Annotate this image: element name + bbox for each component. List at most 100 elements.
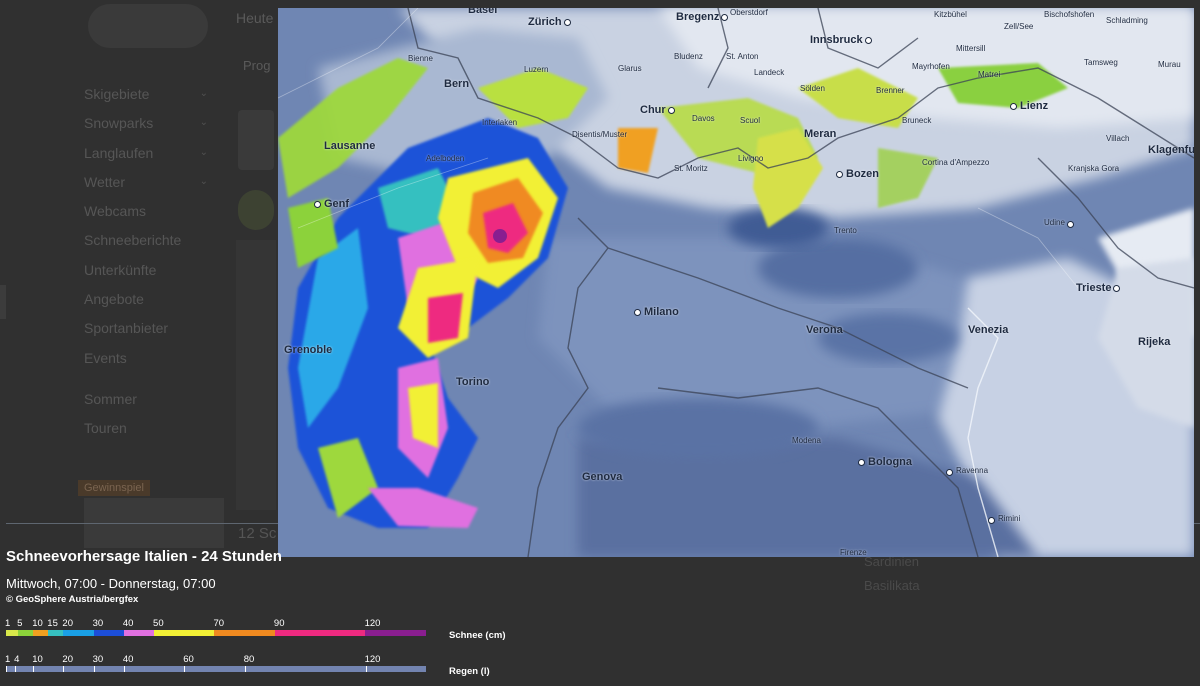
map-label-luzern: Luzern [524, 65, 549, 74]
map-label-innsbruck: Innsbruck [810, 34, 872, 46]
top-nav-item: Heute [236, 10, 274, 26]
map-label-tamsweg: Tamsweg [1084, 58, 1118, 67]
snow-legend-swatch [48, 630, 64, 636]
sidebar-menu-item[interactable]: Sportanbieter [84, 318, 214, 347]
sidebar-menu-item[interactable]: Touren [84, 418, 214, 447]
snow-legend-swatch [93, 630, 124, 636]
map-label-bologna: Bologna [858, 456, 912, 468]
rain-legend-separator [123, 666, 125, 672]
map-title: Schneevorhersage Italien - 24 Stunden [6, 548, 282, 565]
rain-legend-bar [6, 666, 426, 672]
rain-legend-separator [244, 666, 246, 672]
map-label-brenner: Brenner [876, 86, 905, 95]
rain-legend: 1 4 10 20 30 40 60 80 120 Regen (l) [5, 654, 490, 677]
map-label-genf: Genf [313, 198, 350, 210]
map-label-trento: Trento [834, 226, 857, 235]
snow-legend-swatch [63, 630, 94, 636]
map-label-lienz: Lienz [1009, 100, 1049, 112]
map-label-milano: Milano [634, 306, 679, 318]
rain-legend-tick: 30 [92, 654, 104, 665]
sidebar-menu-item[interactable]: Sommer [84, 389, 214, 418]
rain-legend-separator [184, 666, 186, 672]
sidebar-menu-label: Skigebiete [84, 86, 150, 102]
sidebar-menu-label: Touren [84, 420, 127, 437]
map-label-mayrhofen: Mayrhofen [912, 62, 950, 71]
top-nav: Heute [236, 10, 273, 26]
snow-legend-tick: 5 [17, 618, 23, 629]
snow-legend-tick: 50 [153, 618, 164, 629]
map-label-glarus: Glarus [618, 64, 642, 73]
map-label-torino: Torino [456, 376, 490, 388]
sidebar-menu: Skigebiete ⌄ Snowparks ⌄ Langlaufen ⌄ Wetter ⌄ W… [84, 84, 214, 448]
snow-legend-tick: 90 [273, 618, 285, 629]
map-label-scuol: Scuol [740, 116, 761, 125]
background-card [236, 240, 276, 510]
sidebar-menu-label: Unterkünfte [84, 261, 157, 278]
chevron-down-icon: ⌄ [199, 146, 208, 158]
sidebar-menu-item[interactable]: Unterkünfte [84, 260, 214, 289]
rain-legend-tick: 4 [14, 654, 20, 665]
map-label-lausanne: Lausanne [324, 140, 376, 152]
sidebar-menu-label: Angebote [84, 291, 144, 308]
chevron-down-icon: ⌄ [199, 88, 208, 99]
rain-legend-tick: 20 [62, 654, 73, 665]
sidebar-menu-item[interactable]: Schneeberichte [84, 230, 214, 259]
map-label-soelden: Sölden [800, 84, 825, 93]
snow-legend-bar [6, 630, 426, 636]
map-label-schladming: Schladming [1106, 16, 1148, 25]
sidebar-menu-item[interactable]: Wetter ⌄ [84, 172, 214, 201]
sidebar-menu-label: Schneeberichte [84, 232, 182, 249]
map-label-modena: Modena [792, 436, 821, 445]
map-label-verona: Verona [806, 324, 843, 336]
forecast-time-range: Mittwoch, 07:00 - Donnerstag, 07:00 [6, 576, 216, 591]
map-label-udine: Udine [1044, 218, 1074, 228]
snow-legend: 1 5 10 15 20 30 40 50 70 90 120 Schnee (cm) [5, 618, 506, 641]
region-list: Sardinien Basilikata [864, 550, 920, 598]
sidebar-menu-item[interactable]: Angebote [84, 289, 214, 318]
snow-legend-tick: 70 [213, 618, 225, 629]
bergfex-logo [88, 4, 208, 48]
snow-legend-tick: 120 [364, 618, 381, 629]
map-label-landeck: Landeck [754, 68, 785, 77]
map-label-livigno: Livigno [738, 154, 764, 163]
sidebar-menu-item[interactable]: Webcams [84, 201, 214, 230]
rain-legend-ticks: 1 4 10 20 30 40 60 80 120 [5, 654, 426, 666]
map-label-bern: Bern [444, 78, 470, 90]
map-label-mittersill: Mittersill [956, 44, 986, 53]
map-label-chur: Chur [640, 104, 675, 116]
rain-legend-separator [63, 666, 65, 672]
map-label-firenze: Firenze [840, 548, 867, 557]
map-label-st-anton: St. Anton [726, 52, 759, 61]
map-label-cortina: Cortina d'Ampezzo [922, 158, 990, 167]
sidebar-menu-item[interactable]: Skigebiete ⌄ [84, 84, 214, 113]
snow-legend-swatch [153, 630, 215, 636]
sidebar-menu-item[interactable]: Events [84, 348, 214, 377]
sidebar-menu-label: Sportanbieter [84, 320, 169, 337]
rain-legend-swatch [6, 666, 426, 672]
map-label-ravenna: Ravenna [945, 466, 989, 476]
map-label-interlaken: Interlaken [482, 118, 518, 127]
snow-legend-tick: 10 [32, 618, 43, 629]
sidebar-menu-item[interactable]: Langlaufen ⌄ [84, 143, 214, 172]
sidebar-menu-item[interactable]: Snowparks ⌄ [84, 113, 214, 142]
snow-forecast-map[interactable]: Basel Zürich Bregenz Oberstdorf Kitzbühe… [278, 8, 1194, 557]
map-label-bienne: Bienne [408, 54, 433, 63]
snow-legend-swatch [6, 630, 19, 636]
map-label-venezia: Venezia [968, 324, 1009, 336]
rain-legend-tick: 120 [364, 654, 381, 665]
snow-legend-tick: 1 [5, 618, 11, 629]
rain-legend-separator [93, 666, 95, 672]
rain-legend-tick: 60 [183, 654, 194, 665]
snow-legend-swatch [365, 630, 426, 636]
snow-legend-tick: 30 [92, 618, 104, 629]
map-label-st-moritz: St. Moritz [674, 164, 708, 173]
sidebar-menu-label: Sommer [84, 390, 137, 407]
sidebar-menu-label: Events [84, 349, 127, 366]
snow-legend-tick: 15 [47, 618, 58, 629]
snow-legend-swatch [18, 630, 34, 636]
map-label-grenoble: Grenoble [284, 344, 333, 356]
rain-legend-separator [365, 666, 367, 672]
snow-legend-swatch [33, 630, 49, 636]
rain-legend-tick: 10 [32, 654, 43, 665]
map-label-basel: Basel [468, 8, 498, 16]
